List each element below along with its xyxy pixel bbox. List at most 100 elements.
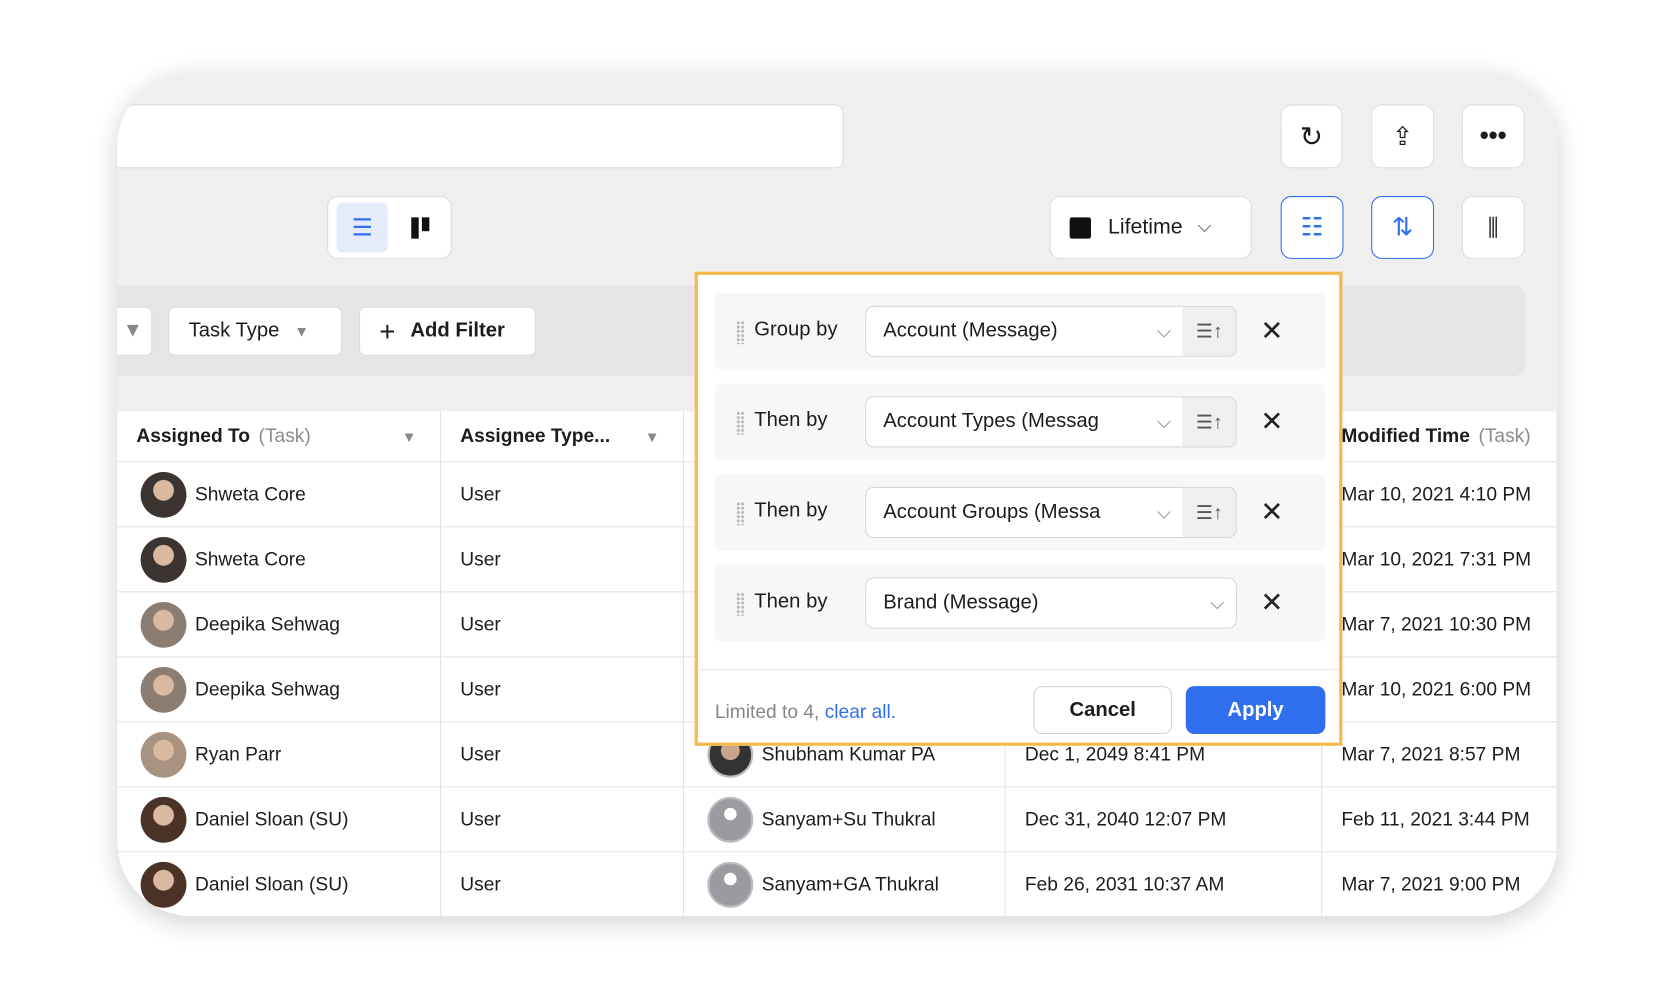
list-icon: ☰ (351, 213, 373, 241)
table-cell: User (441, 592, 684, 658)
select-value: Account Groups (Messa (883, 500, 1101, 524)
filter-chip-partial[interactable]: ▼ (117, 306, 153, 356)
table-cell: Daniel Sloan (SU) (117, 852, 442, 917)
remove-icon[interactable]: ✕ (1260, 586, 1283, 619)
group-row: Group by Account (Message) ☰↑ ✕ (714, 292, 1326, 370)
group-by-button[interactable]: ☷ (1280, 196, 1344, 259)
drag-handle-icon[interactable] (736, 501, 745, 526)
group-field-select[interactable]: Account Groups (Messa (865, 486, 1184, 539)
sort-button[interactable]: ⇅ (1371, 196, 1435, 259)
refresh-button[interactable]: ↻ (1280, 104, 1343, 169)
table-cell: User (441, 722, 684, 788)
remove-icon[interactable]: ✕ (1260, 405, 1283, 438)
board-icon (410, 216, 429, 239)
table-cell: Deepika Sehwag (117, 592, 442, 658)
sort-ascending-icon: ☰↑ (1195, 320, 1223, 342)
date-range-dropdown[interactable]: Lifetime (1049, 196, 1252, 259)
remove-icon[interactable]: ✕ (1260, 495, 1283, 528)
column-header-label: Modified Time (1341, 425, 1470, 447)
calendar-icon (1069, 216, 1091, 239)
filter-label: Task Type (188, 319, 280, 342)
board-view-button[interactable] (398, 202, 441, 252)
cell-text: Mar 10, 2021 4:10 PM (1341, 483, 1532, 505)
cell-text: Shweta Core (194, 483, 306, 505)
cell-text: Daniel Sloan (SU) (194, 808, 349, 830)
caret-down-icon[interactable]: ▼ (645, 428, 660, 445)
cell-text: Daniel Sloan (SU) (194, 873, 349, 895)
plus-icon: + (379, 314, 396, 347)
export-button[interactable]: ⇪ (1371, 104, 1435, 169)
sort-order-button[interactable]: ☰↑ (1182, 305, 1237, 357)
chevron-down-icon (1157, 324, 1171, 338)
chevron-down-icon (1210, 595, 1224, 610)
table-cell: Mar 7, 2021 8:57 PM (1322, 722, 1558, 788)
cell-text: Dec 31, 2040 12:07 PM (1024, 808, 1227, 830)
group-by-popup: Group by Account (Message) ☰↑ ✕ Then by Accou… (694, 271, 1343, 746)
cell-text: Feb 26, 2031 10:37 AM (1024, 873, 1225, 895)
cancel-button[interactable]: Cancel (1033, 686, 1172, 735)
group-row: Then by Brand (Message) ✕ (714, 564, 1326, 642)
chevron-down-icon (1157, 505, 1171, 519)
table-cell: Mar 10, 2021 6:00 PM (1322, 657, 1558, 723)
view-toggle: ☰ (327, 196, 452, 259)
caret-down-icon: ▼ (294, 322, 310, 340)
column-header[interactable]: Assigned To (Task) ▼ (117, 411, 442, 463)
more-button[interactable]: ••• (1461, 104, 1525, 169)
cell-text: Mar 10, 2021 6:00 PM (1341, 678, 1532, 700)
cell-text: Shubham Kumar PA (761, 743, 936, 765)
table-cell: Sanyam+GA Thukral (683, 852, 1006, 917)
table-cell: Mar 7, 2021 9:00 PM (1322, 852, 1558, 917)
table-cell: User (441, 787, 684, 853)
sort-ascending-icon: ☰↑ (1195, 410, 1223, 433)
cell-text: User (460, 613, 501, 635)
more-icon: ••• (1479, 121, 1507, 151)
cell-text: Mar 10, 2021 7:31 PM (1341, 548, 1532, 570)
sort-order-button[interactable]: ☰↑ (1182, 486, 1237, 539)
drag-handle-icon[interactable] (736, 592, 745, 616)
refresh-icon: ↻ (1299, 119, 1324, 152)
cell-text: Dec 1, 2049 8:41 PM (1024, 743, 1206, 765)
apply-button[interactable]: Apply (1185, 686, 1326, 735)
table-cell: Deepika Sehwag (117, 657, 442, 723)
columns-button[interactable]: ⫼ (1461, 196, 1525, 259)
group-row-label: Then by (754, 409, 828, 432)
sort-icon: ⇅ (1391, 213, 1414, 242)
list-view-button[interactable]: ☰ (336, 202, 388, 253)
table-cell: Ryan Parr (117, 722, 442, 788)
cell-text: User (460, 483, 501, 505)
table-cell: Mar 10, 2021 7:31 PM (1322, 527, 1558, 593)
table-cell: User (441, 527, 684, 593)
table-cell: Dec 31, 2040 12:07 PM (1005, 787, 1323, 853)
clear-all-link[interactable]: clear all. (825, 701, 896, 722)
remove-icon[interactable]: ✕ (1260, 314, 1283, 347)
group-field-select[interactable]: Account Types (Messag (865, 396, 1184, 448)
sort-ascending-icon: ☰↑ (1195, 501, 1223, 523)
column-header[interactable]: Assignee Type... ▼ (441, 411, 684, 463)
cell-text: User (460, 808, 501, 830)
drag-handle-icon[interactable] (736, 411, 745, 435)
sort-order-button[interactable]: ☰↑ (1182, 396, 1237, 448)
column-header[interactable]: Modified Time (Task) (1322, 411, 1558, 463)
group-field-select[interactable]: Account (Message) (865, 305, 1184, 357)
column-header-sub: (Task) (1478, 425, 1531, 447)
cell-text: Shweta Core (194, 548, 306, 570)
group-row-label: Group by (754, 318, 838, 341)
avatar (707, 796, 754, 843)
table-cell: User (441, 657, 684, 723)
group-field-select[interactable]: Brand (Message) (865, 577, 1237, 629)
avatar (140, 731, 187, 778)
avatar (140, 601, 187, 648)
caret-down-icon[interactable]: ▼ (402, 428, 417, 445)
cell-text: User (460, 873, 501, 895)
table-cell: Mar 10, 2021 4:10 PM (1322, 462, 1558, 528)
filter-chip-task-type[interactable]: Task Type ▼ (168, 306, 342, 356)
drag-handle-icon[interactable] (736, 320, 745, 345)
divider (697, 669, 1340, 671)
group-row-label: Then by (754, 499, 828, 523)
add-filter-button[interactable]: + Add Filter (359, 306, 536, 356)
table-cell: Shweta Core (117, 527, 442, 593)
cell-text: User (460, 743, 501, 765)
table-cell: Sanyam+Su Thukral (683, 787, 1006, 853)
search-input[interactable] (117, 104, 844, 169)
limit-text: Limited to 4, (714, 701, 820, 723)
